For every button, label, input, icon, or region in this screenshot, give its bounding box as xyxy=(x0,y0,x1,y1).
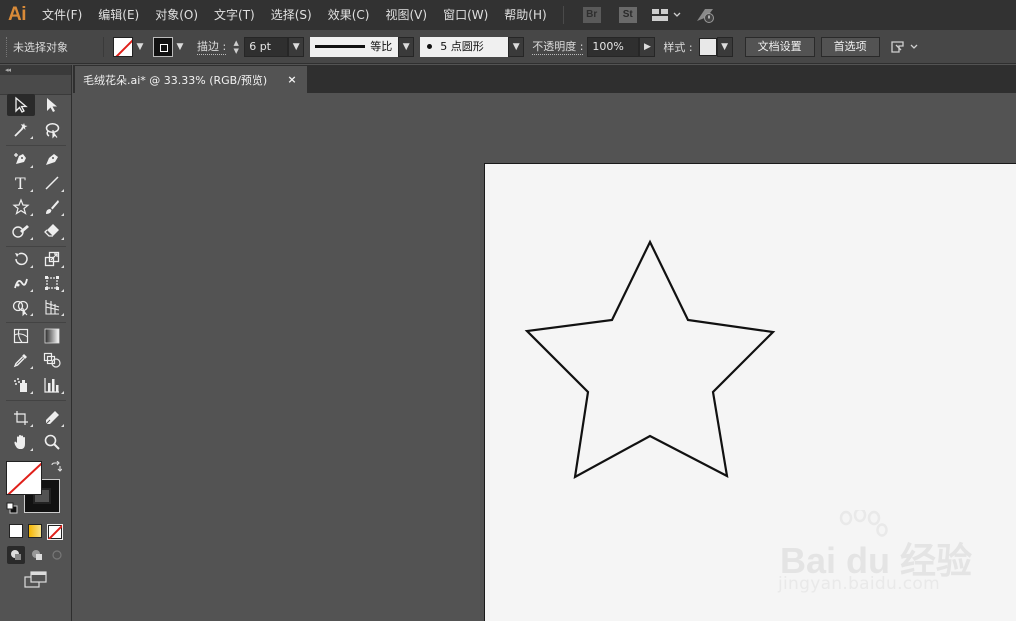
selection-tool-icon[interactable] xyxy=(7,94,35,116)
stroke-weight-field[interactable]: 6 pt xyxy=(244,36,289,57)
document-tab-title: 毛绒花朵.ai* @ 33.33% (RGB/预览) xyxy=(83,73,268,87)
selection-status: 未选择对象 xyxy=(13,40,68,54)
variable-width-profile-field[interactable]: 等比 xyxy=(310,36,399,57)
tools-divider xyxy=(6,145,66,146)
hand-tool-icon[interactable] xyxy=(7,431,35,453)
type-tool-icon[interactable]: T xyxy=(7,172,35,194)
star-shape[interactable] xyxy=(524,239,776,480)
bridge-button[interactable]: Br xyxy=(582,7,601,23)
menu-view[interactable]: 视图(V) xyxy=(377,0,435,30)
control-bar-grip[interactable] xyxy=(6,36,9,57)
menu-edit[interactable]: 编辑(E) xyxy=(90,0,147,30)
gpu-rocket-icon[interactable] xyxy=(694,6,716,24)
pen-tool-icon[interactable] xyxy=(7,148,35,170)
scale-tool-icon[interactable] xyxy=(38,248,66,270)
swap-fill-stroke-icon[interactable] xyxy=(50,460,63,476)
stroke-weight-dropdown-icon[interactable]: ▼ xyxy=(288,36,305,57)
tools-divider xyxy=(6,400,66,401)
line-segment-tool-icon[interactable] xyxy=(38,172,66,194)
paintbrush-tool-icon[interactable] xyxy=(38,196,66,218)
control-separator xyxy=(103,36,104,57)
draw-inside-icon[interactable] xyxy=(48,546,66,564)
tools-panel: ◂◂ T xyxy=(0,65,72,621)
slice-tool-icon[interactable] xyxy=(38,407,66,429)
opacity-label[interactable]: 不透明度 : xyxy=(532,38,584,55)
gradient-mode-button[interactable] xyxy=(28,524,42,538)
menu-effect[interactable]: 效果(C) xyxy=(320,0,378,30)
close-icon[interactable]: × xyxy=(285,73,299,86)
opacity-field[interactable]: 100% xyxy=(587,36,640,57)
fill-swatch-icon[interactable] xyxy=(6,461,42,495)
document-tab-bar: 毛绒花朵.ai* @ 33.33% (RGB/预览) × xyxy=(73,65,1016,93)
lasso-tool-icon[interactable] xyxy=(38,119,66,141)
rotate-tool-icon[interactable] xyxy=(7,248,35,270)
direct-selection-tool-icon[interactable] xyxy=(38,94,66,116)
default-fill-stroke-icon[interactable] xyxy=(6,502,18,517)
preferences-button[interactable]: 首选项 xyxy=(820,36,880,57)
stock-button[interactable]: St xyxy=(618,7,637,23)
width-profile-label: 等比 xyxy=(370,39,393,53)
arrange-documents-icon[interactable] xyxy=(890,39,920,55)
warp-tool-icon[interactable] xyxy=(7,272,35,294)
artboard-tool-icon[interactable] xyxy=(7,407,35,429)
menu-bar: Ai 文件(F) 编辑(E) 对象(O) 文字(T) 选择(S) 效果(C) 视… xyxy=(0,0,1016,30)
draw-behind-icon[interactable] xyxy=(28,546,46,564)
stroke-label[interactable]: 描边 : xyxy=(197,38,227,55)
brush-dropdown-icon[interactable]: ▼ xyxy=(508,36,525,57)
style-label: 样式 : xyxy=(663,40,693,54)
brush-dot-icon xyxy=(427,44,433,49)
brush-definition-label: 5 点圆形 xyxy=(440,39,484,53)
watermark-url: jingyan.baidu.com xyxy=(778,574,940,594)
tools-divider xyxy=(6,322,66,323)
menu-help[interactable]: 帮助(H) xyxy=(496,0,554,30)
eraser-tool-icon[interactable] xyxy=(38,220,66,242)
eyedropper-tool-icon[interactable] xyxy=(7,349,35,371)
menu-separator xyxy=(562,6,564,24)
color-mode-button[interactable] xyxy=(9,524,23,538)
blend-tool-icon[interactable] xyxy=(38,349,66,371)
document-setup-button[interactable]: 文档设置 xyxy=(744,36,815,57)
tools-divider xyxy=(6,246,66,247)
menu-select[interactable]: 选择(S) xyxy=(263,0,320,30)
app-logo: Ai xyxy=(8,4,27,25)
shaper-tool-icon[interactable] xyxy=(7,220,35,242)
magic-wand-tool-icon[interactable] xyxy=(7,119,35,141)
stroke-swatch-icon[interactable] xyxy=(153,36,173,57)
mesh-tool-icon[interactable] xyxy=(7,325,35,347)
graphic-style-swatch[interactable] xyxy=(698,37,717,56)
tools-collapse[interactable]: ◂◂ xyxy=(0,65,71,75)
menu-type[interactable]: 文字(T) xyxy=(206,0,263,30)
graphic-style-dropdown-icon[interactable]: ▼ xyxy=(716,36,733,57)
menu-object[interactable]: 对象(O) xyxy=(147,0,206,30)
width-profile-line-icon xyxy=(315,45,366,48)
none-mode-button[interactable] xyxy=(47,524,63,540)
brush-definition-field[interactable]: 5 点圆形 xyxy=(420,36,509,57)
menu-file[interactable]: 文件(F) xyxy=(34,0,90,30)
tools-title-bar[interactable] xyxy=(0,75,71,95)
control-bar: 未选择对象 ▼ ▼ 描边 : ▲ ▼ 6 pt ▼ 等比 ▼ 5 点圆形 ▼ 不透… xyxy=(0,30,1016,64)
gradient-tool-icon[interactable] xyxy=(38,325,66,347)
perspective-grid-tool-icon[interactable] xyxy=(38,296,66,318)
free-transform-tool-icon[interactable] xyxy=(38,272,66,294)
draw-normal-icon[interactable] xyxy=(7,546,25,564)
star-tool-icon[interactable] xyxy=(7,196,35,218)
fill-dropdown-arrow-icon[interactable]: ▼ xyxy=(133,37,147,57)
baidu-jingyan-watermark: Bai du 经验 jingyan.baidu.com xyxy=(770,507,972,605)
svg-text:T: T xyxy=(15,174,26,193)
stroke-weight-spinner-icon[interactable]: ▲ ▼ xyxy=(230,37,242,57)
menu-window[interactable]: 窗口(W) xyxy=(435,0,496,30)
curvature-tool-icon[interactable] xyxy=(38,148,66,170)
stroke-dropdown-arrow-icon[interactable]: ▼ xyxy=(173,37,187,57)
symbol-sprayer-tool-icon[interactable] xyxy=(7,374,35,396)
column-graph-tool-icon[interactable] xyxy=(38,374,66,396)
screen-mode-icon[interactable] xyxy=(24,571,48,592)
workspace-layout-icon[interactable] xyxy=(651,8,682,22)
opacity-arrow-icon[interactable]: ▶ xyxy=(639,36,656,57)
zoom-tool-icon[interactable] xyxy=(38,431,66,453)
shape-builder-tool-icon[interactable] xyxy=(7,296,35,318)
document-tab[interactable]: 毛绒花朵.ai* @ 33.33% (RGB/预览) × xyxy=(75,66,307,93)
fill-none-swatch-icon[interactable] xyxy=(113,36,133,57)
width-profile-dropdown-icon[interactable]: ▼ xyxy=(398,36,415,57)
